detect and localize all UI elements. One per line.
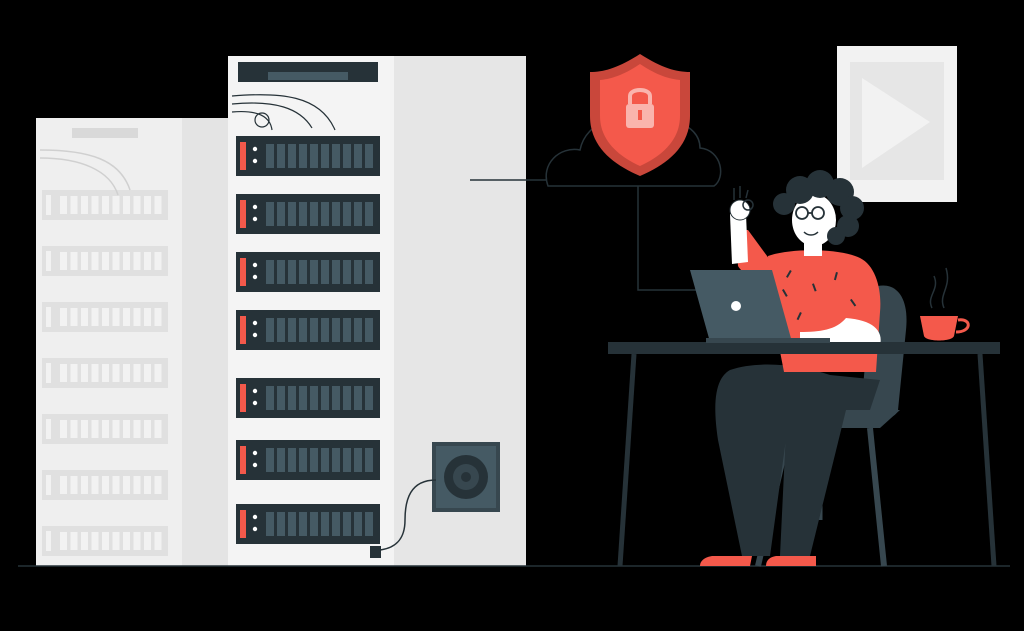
back-rack-unit <box>42 302 168 332</box>
server-unit <box>236 252 380 292</box>
person <box>700 170 881 566</box>
back-rack-unit <box>42 526 168 556</box>
server-unit <box>236 440 380 480</box>
server-security-illustration <box>18 46 1010 567</box>
server-unit <box>236 310 380 350</box>
back-rack-unit <box>42 414 168 444</box>
wall-picture-frame <box>837 46 957 202</box>
back-rack-unit <box>42 358 168 388</box>
server-unit <box>236 194 380 234</box>
back-rack-unit <box>42 246 168 276</box>
coffee-cup-icon <box>920 267 970 341</box>
server-unit <box>236 504 380 544</box>
back-rack-unit <box>42 190 168 220</box>
server-unit <box>236 136 380 176</box>
server-unit <box>236 378 380 418</box>
back-rack-unit <box>42 470 168 500</box>
back-server-rack <box>36 118 228 566</box>
